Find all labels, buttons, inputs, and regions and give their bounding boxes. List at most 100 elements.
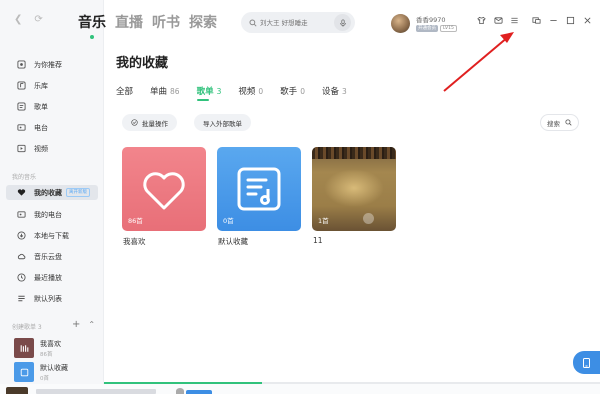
tab-label: 歌单 [196, 87, 214, 97]
tab-artists[interactable]: 歌手 0 [280, 85, 305, 97]
import-playlist-button[interactable]: 导入外部歌单 [194, 114, 251, 131]
chevron-up-icon[interactable]: ⌃ [88, 320, 95, 330]
tab-count: 0 [258, 87, 264, 96]
card-title[interactable]: 11 [313, 236, 323, 245]
sidebar-item-favorites[interactable]: 我的收藏 离开新版 [6, 185, 98, 200]
tab-label: 视频 [238, 87, 256, 97]
sidebar-item-local-download[interactable]: 本地与下载 [6, 228, 98, 243]
microphone-icon [339, 18, 346, 27]
video-icon [16, 143, 27, 154]
created-playlist-item[interactable]: 默认收藏 0首 [14, 362, 68, 382]
sidebar-item-label: 默认列表 [34, 294, 62, 303]
created-playlist-tools: + ⌃ [72, 319, 95, 330]
sidebar-item-radio[interactable]: 电台 [6, 120, 98, 135]
user-badges: 开通会员 LV15 [416, 25, 457, 32]
vip-badge[interactable]: 开通会员 [416, 25, 438, 32]
sidebar-item-label: 音乐云盘 [34, 252, 62, 261]
voice-search-button[interactable] [334, 14, 351, 31]
radio-icon [16, 122, 27, 133]
sidebar-item-recent[interactable]: 最近播放 [6, 270, 98, 285]
sidebar-item-library[interactable]: 乐库 [6, 78, 98, 93]
tab-count: 86 [170, 87, 180, 96]
sidebar-item-label: 歌单 [34, 102, 48, 111]
playlist-name: 默认收藏 [40, 363, 68, 372]
sidebar-item-my-radio[interactable]: 我的电台 [6, 207, 98, 222]
import-playlist-label: 导入外部歌单 [203, 119, 242, 128]
sidebar-item-recommend[interactable]: 为你推荐 [6, 57, 98, 72]
toolbar-icons [475, 14, 520, 26]
section-created-playlists: 创建歌单 3 [12, 324, 42, 331]
mini-mode-icon[interactable] [530, 14, 542, 26]
collection-search-button[interactable]: 搜索 [540, 114, 579, 131]
tab-explore[interactable]: 探索 [189, 12, 217, 32]
playlist-cover [14, 362, 34, 382]
sidebar-item-label: 最近播放 [34, 273, 62, 282]
sidebar-item-cloud[interactable]: 音乐云盘 [6, 249, 98, 264]
tab-audiobook[interactable]: 听书 [152, 12, 180, 32]
mail-icon[interactable] [492, 14, 504, 26]
sidebar-item-playlists[interactable]: 歌单 [6, 99, 98, 114]
tab-playlists[interactable]: 歌单 3 [196, 85, 222, 101]
album-thumbnail[interactable] [6, 387, 28, 394]
playlist-card[interactable]: 1首 [312, 147, 396, 231]
sidebar-item-label: 本地与下载 [34, 231, 69, 240]
refresh-icon[interactable]: ⟳ [34, 14, 42, 25]
library-icon [16, 80, 27, 91]
batch-operation-label: 批量操作 [142, 119, 168, 128]
tab-videos[interactable]: 视频 0 [238, 85, 263, 97]
sidebar-item-video[interactable]: 视频 [6, 141, 98, 156]
radio-icon [16, 209, 27, 220]
minimize-icon[interactable] [547, 14, 559, 26]
created-playlist-item[interactable]: 我喜欢 86首 [14, 338, 61, 358]
progress-track[interactable] [262, 382, 600, 384]
tab-live[interactable]: 直播 [115, 12, 143, 32]
playlist-count: 86首 [40, 351, 53, 358]
song-info [36, 389, 156, 394]
menu-icon[interactable] [508, 14, 520, 26]
song-count: 86首 [128, 217, 143, 225]
category-tabs: 全部 单曲 86 歌单 3 视频 0 歌手 0 设备 3 [116, 85, 364, 101]
collection-search-label: 搜索 [547, 119, 560, 128]
avatar[interactable] [176, 388, 184, 394]
tab-songs[interactable]: 单曲 86 [150, 85, 180, 97]
history-nav: ❮ ⟳ [14, 14, 43, 25]
status-badge[interactable] [186, 390, 212, 394]
sidebar: ❮ ⟳ 为你推荐 乐库 歌单 电台 视频 我的音乐 我的收藏 离开新版 我的电台… [0, 0, 104, 394]
plus-icon[interactable]: + [72, 319, 80, 330]
new-version-badge[interactable]: 离开新版 [66, 188, 90, 197]
sidebar-item-default-list[interactable]: 默认列表 [6, 291, 98, 306]
search-input[interactable] [260, 18, 344, 27]
main-tabs: 音乐 直播 听书 探索 [78, 12, 217, 39]
page-title: 我的收藏 [116, 56, 169, 71]
chevron-left-icon[interactable]: ❮ [14, 14, 22, 25]
playlist-card[interactable]: 0首 [217, 147, 301, 231]
playlist-card[interactable]: 86首 [122, 147, 206, 231]
sidebar-item-label: 视频 [34, 144, 48, 153]
tab-devices[interactable]: 设备 3 [322, 85, 347, 97]
shirt-icon[interactable] [475, 14, 487, 26]
tab-music[interactable]: 音乐 [78, 12, 106, 39]
playlist-icon [16, 101, 27, 112]
tab-all[interactable]: 全部 [116, 85, 133, 97]
tab-count: 3 [341, 87, 347, 96]
avatar[interactable] [391, 14, 410, 33]
level-badge: LV15 [440, 25, 457, 32]
user-name[interactable]: 香香9970 [416, 14, 446, 24]
heart-icon [16, 187, 27, 198]
floating-device-button[interactable] [573, 351, 600, 374]
card-title[interactable]: 我喜欢 [123, 236, 146, 247]
download-icon [16, 230, 27, 241]
stage-light [324, 169, 384, 207]
tab-count: 3 [216, 87, 222, 96]
card-title[interactable]: 默认收藏 [218, 236, 248, 247]
close-icon[interactable] [581, 14, 593, 26]
sidebar-item-label: 为你推荐 [34, 60, 62, 69]
maximize-icon[interactable] [564, 14, 576, 26]
playlist-count: 0首 [40, 375, 49, 382]
play-icon[interactable] [363, 213, 374, 224]
batch-operation-button[interactable]: 批量操作 [122, 114, 177, 131]
playlist-name: 我喜欢 [40, 339, 61, 348]
playlist-cover [14, 338, 34, 358]
window-controls [530, 14, 593, 26]
cloud-icon [16, 251, 27, 262]
